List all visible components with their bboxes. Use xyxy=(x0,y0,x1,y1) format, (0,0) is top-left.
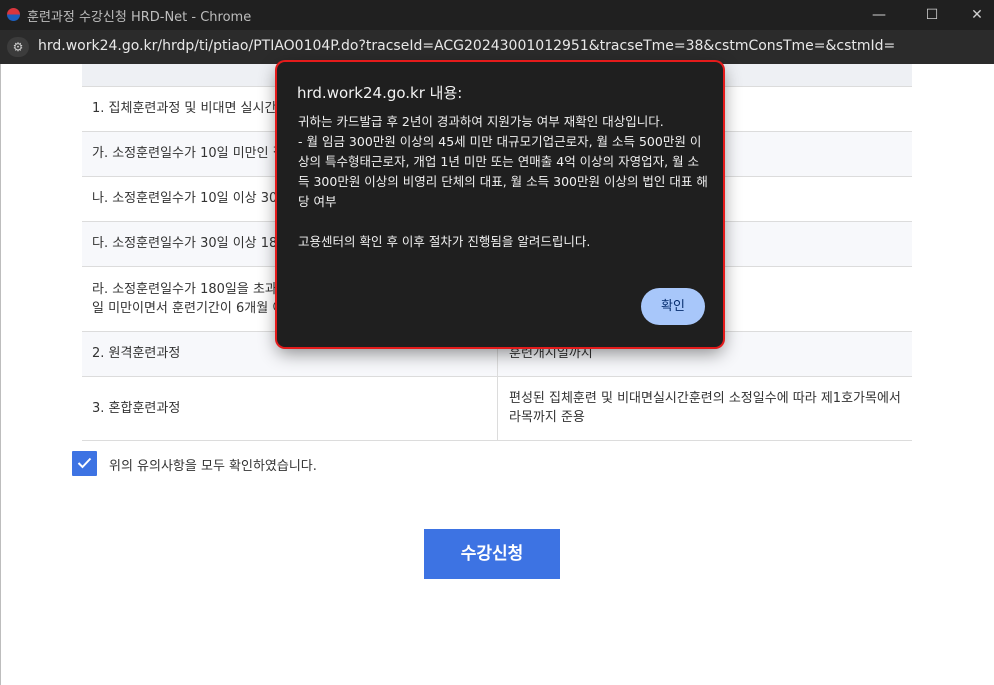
dialog-ok-button[interactable]: 확인 xyxy=(641,288,705,325)
table-cell-line: 편성된 집체훈련 및 비대면실시간훈련의 소정일수에 따라 제1호가목에서 xyxy=(509,391,901,406)
dialog-message: 귀하는 카드발급 후 2년이 경과하여 지원가능 여부 재확인 대상입니다. -… xyxy=(298,114,708,249)
minimize-button[interactable]: — xyxy=(856,0,902,30)
checkmark-icon xyxy=(77,457,92,469)
window-titlebar: 훈련과정 수강신청 HRD-Net - Chrome — ☐ ✕ xyxy=(0,0,994,30)
table-row: 3. 혼합훈련과정 편성된 집체훈련 및 비대면실시간훈련의 소정일수에 따라 … xyxy=(82,376,912,441)
close-window-button[interactable]: ✕ xyxy=(954,0,994,30)
table-cell-line: 라목까지 준용 xyxy=(509,410,585,425)
site-info-icon[interactable]: ⚙ xyxy=(7,37,29,57)
maximize-button[interactable]: ☐ xyxy=(909,0,955,30)
alert-dialog: hrd.work24.go.kr 내용: 귀하는 카드발급 후 2년이 경과하여… xyxy=(277,62,723,347)
url-text[interactable]: hrd.work24.go.kr/hrdp/ti/ptiao/PTIAO0104… xyxy=(38,38,895,54)
agree-checkbox[interactable] xyxy=(72,451,97,476)
agree-label[interactable]: 위의 유의사항을 모두 확인하였습니다. xyxy=(109,455,317,474)
hrd-net-icon xyxy=(7,8,20,21)
window-title: 훈련과정 수강신청 HRD-Net - Chrome xyxy=(27,10,252,25)
address-bar: ⚙ hrd.work24.go.kr/hrdp/ti/ptiao/PTIAO01… xyxy=(0,30,994,64)
apply-button[interactable]: 수강신청 xyxy=(424,529,560,579)
dialog-title: hrd.work24.go.kr 내용: xyxy=(297,84,463,102)
